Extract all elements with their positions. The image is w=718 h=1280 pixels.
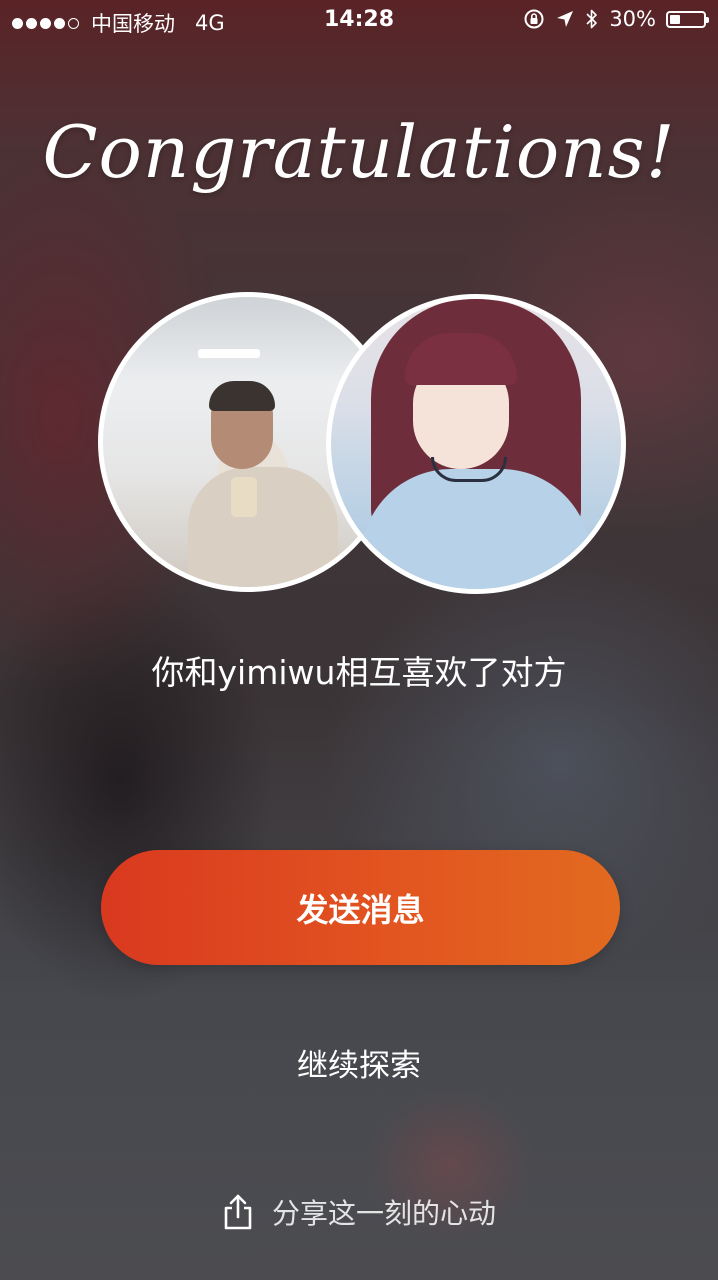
status-right: 30%	[523, 7, 709, 31]
congratulations-title: Congratulations!	[42, 110, 676, 194]
avatar-figure	[361, 469, 591, 589]
phone-in-hand	[231, 477, 257, 517]
bluetooth-icon	[586, 9, 598, 29]
share-label: 分享这一刻的心动	[271, 1197, 496, 1230]
keep-exploring-button[interactable]: 继续探索	[0, 1040, 718, 1085]
battery-percent: 30%	[609, 7, 656, 31]
send-message-button[interactable]: 发送消息	[101, 850, 620, 965]
avatar-hair	[209, 381, 275, 411]
battery-icon	[666, 10, 709, 28]
match-avatar[interactable]	[326, 294, 626, 594]
battery-fill	[670, 14, 680, 24]
share-button[interactable]: 分享这一刻的心动	[0, 1192, 718, 1232]
ceiling-light	[198, 349, 260, 358]
avatar-figure	[188, 467, 338, 587]
share-icon	[224, 1194, 252, 1230]
location-icon	[557, 11, 574, 27]
match-message: 你和yimiwu相互喜欢了对方	[151, 653, 567, 692]
rotation-lock-icon	[524, 9, 544, 29]
status-bar: 中国移动 4G 14:28 30%	[0, 0, 718, 40]
